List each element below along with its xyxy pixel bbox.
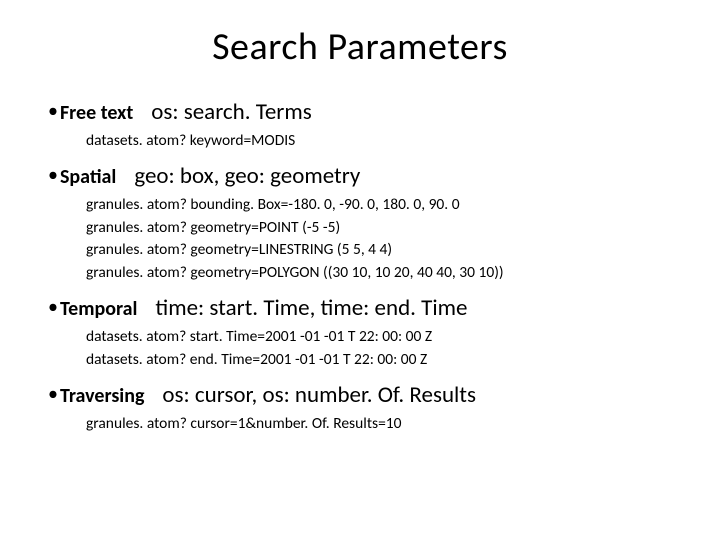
section-head: •Free text os: search. Terms (40, 98, 680, 126)
section-examples: granules. atom? bounding. Box=-180. 0, -… (40, 194, 680, 284)
section-free-text: •Free text os: search. Terms datasets. a… (40, 98, 680, 152)
section-spatial: •Spatial geo: box, geo: geometry granule… (40, 162, 680, 284)
section-label: Traversing (60, 384, 144, 408)
section-head: •Spatial geo: box, geo: geometry (40, 162, 680, 190)
example-line: granules. atom? geometry=LINESTRING (5 5… (86, 239, 680, 261)
bullet-icon: •Spatial (48, 165, 116, 189)
section-head: •Temporal time: start. Time, time: end. … (40, 294, 680, 322)
section-label: Temporal (60, 297, 137, 321)
page-title: Search Parameters (40, 24, 680, 70)
section-namespace: time: start. Time, time: end. Time (155, 294, 467, 322)
section-namespace: geo: box, geo: geometry (134, 162, 360, 190)
example-line: granules. atom? bounding. Box=-180. 0, -… (86, 194, 680, 216)
bullet-icon: •Free text (48, 101, 133, 125)
example-line: granules. atom? geometry=POLYGON ((30 10… (86, 262, 680, 284)
example-line: datasets. atom? keyword=MODIS (86, 130, 680, 152)
section-traversing: •Traversing os: cursor, os: number. Of. … (40, 381, 680, 435)
section-examples: datasets. atom? start. Time=2001 -01 -01… (40, 326, 680, 371)
example-line: datasets. atom? start. Time=2001 -01 -01… (86, 326, 680, 348)
section-examples: datasets. atom? keyword=MODIS (40, 130, 680, 152)
section-namespace: os: cursor, os: number. Of. Results (162, 381, 476, 409)
section-temporal: •Temporal time: start. Time, time: end. … (40, 294, 680, 371)
section-examples: granules. atom? cursor=1&number. Of. Res… (40, 413, 680, 435)
example-line: granules. atom? cursor=1&number. Of. Res… (86, 413, 680, 435)
bullet-icon: •Temporal (48, 297, 137, 321)
section-namespace: os: search. Terms (151, 98, 311, 126)
section-head: •Traversing os: cursor, os: number. Of. … (40, 381, 680, 409)
section-label: Spatial (60, 165, 116, 189)
example-line: granules. atom? geometry=POINT (-5 -5) (86, 217, 680, 239)
bullet-icon: •Traversing (48, 384, 144, 408)
section-label: Free text (60, 101, 133, 125)
example-line: datasets. atom? end. Time=2001 -01 -01 T… (86, 349, 680, 371)
